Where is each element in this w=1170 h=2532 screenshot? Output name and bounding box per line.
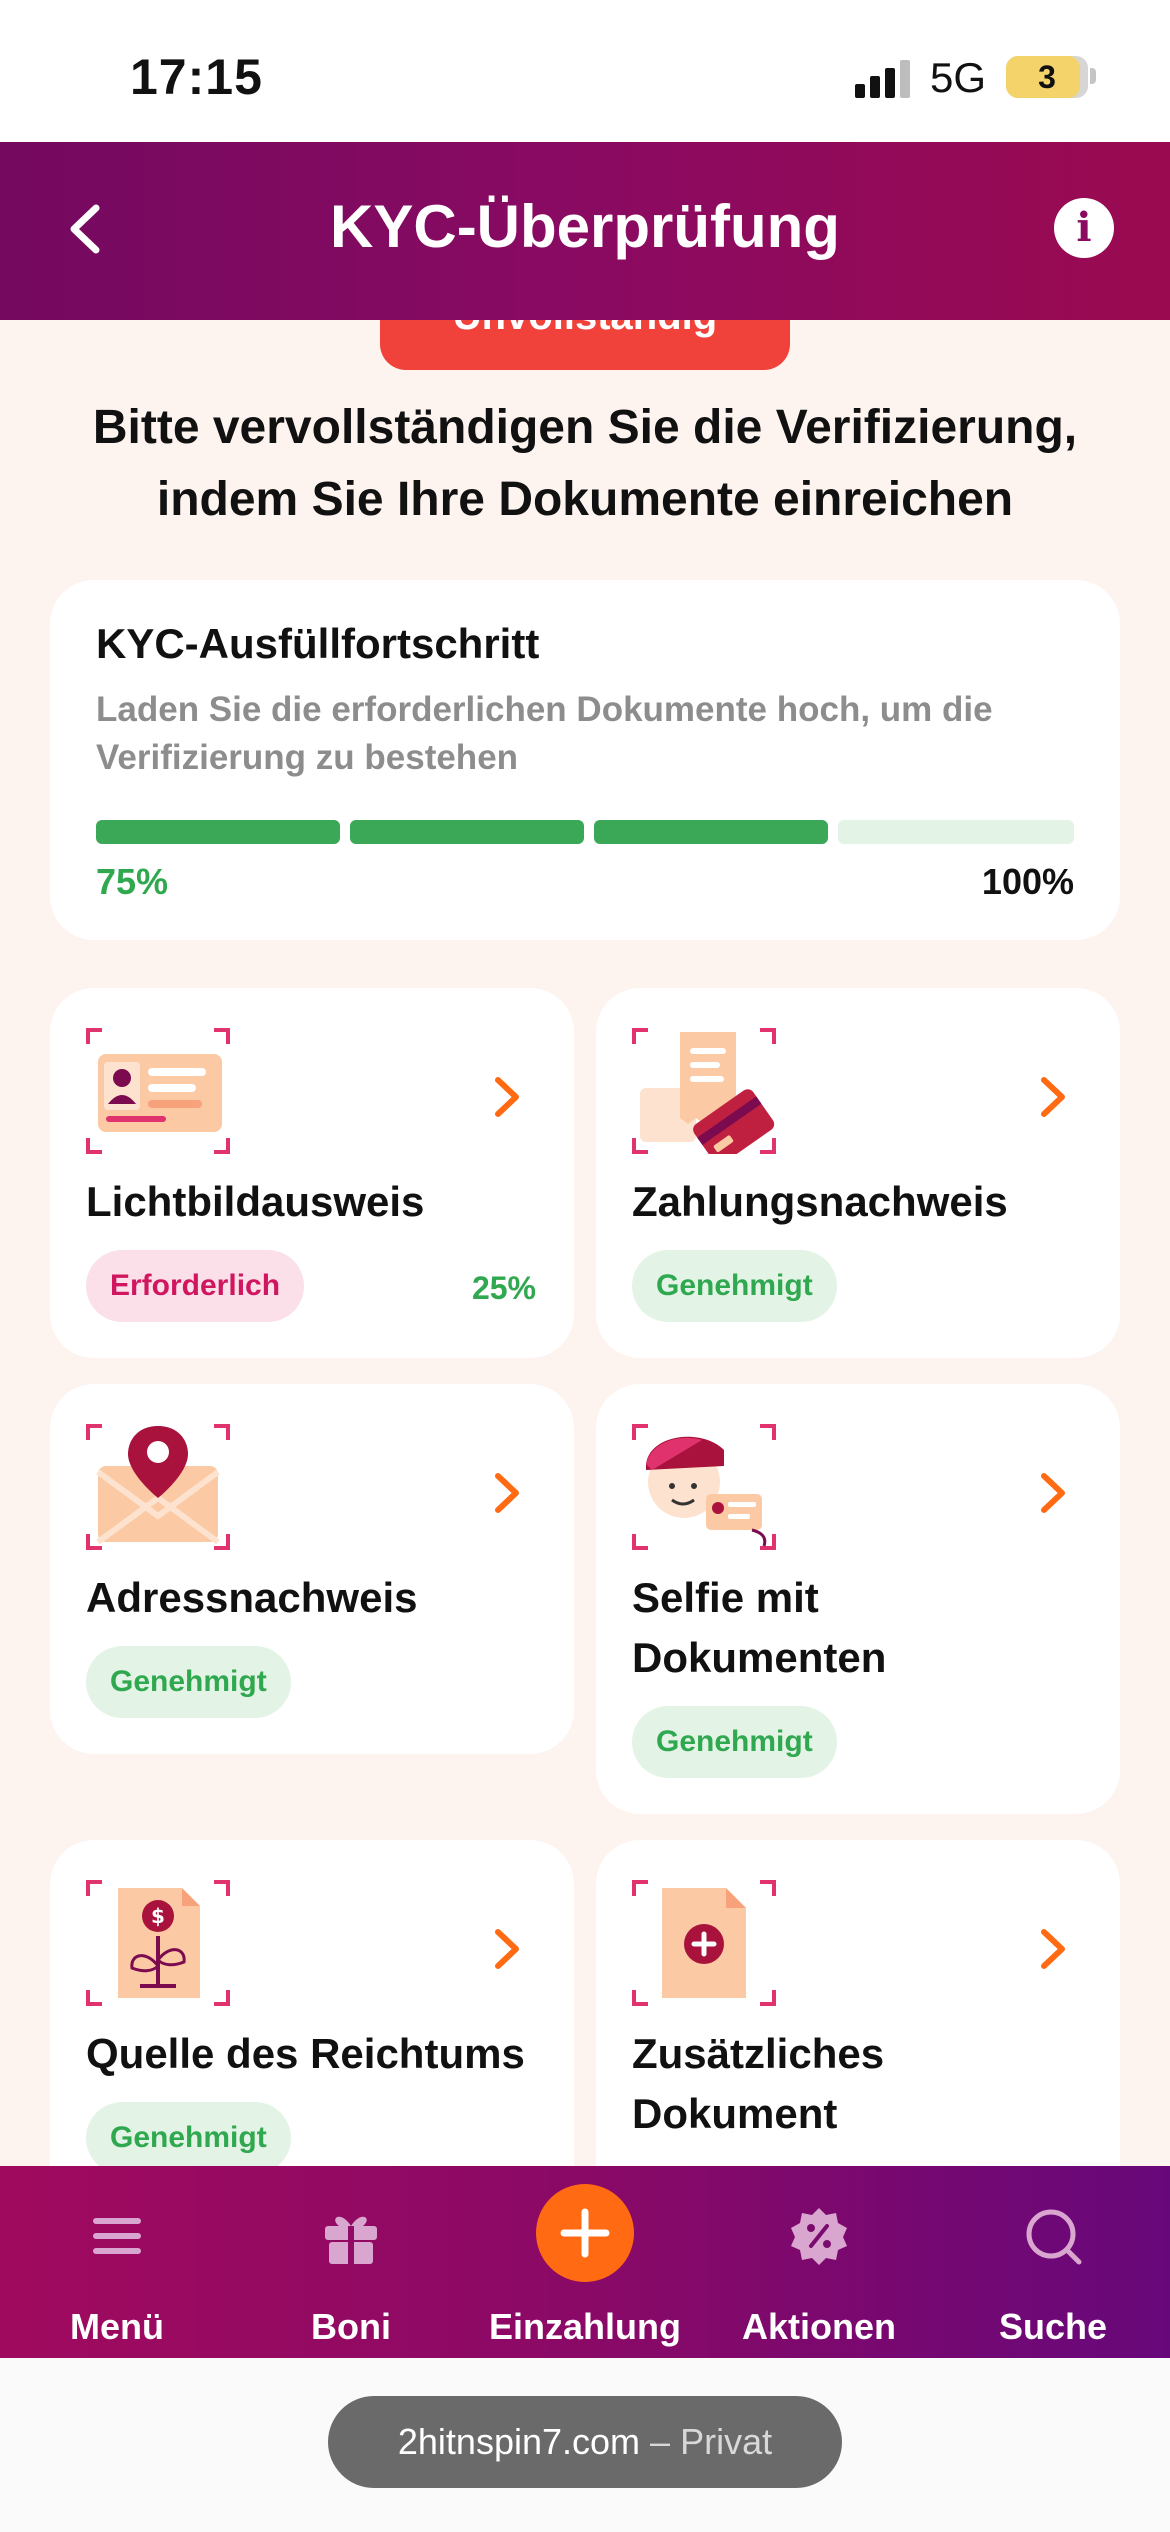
status-pill: Unvollständig: [380, 320, 790, 370]
battery-nub: [1090, 68, 1096, 84]
progress-title: KYC-Ausfüllfortschritt: [96, 620, 540, 667]
location-envelope-icon: [86, 1424, 230, 1550]
doc-title: Quelle des Reichtums: [86, 2030, 525, 2077]
chevron-right-icon: [1041, 1929, 1065, 1969]
app-header: KYC-Überprüfung i: [0, 142, 1170, 320]
progress-description: Laden Sie die erforderlichen Dokumente h…: [96, 690, 993, 777]
wealth-plant-icon: $: [86, 1880, 230, 2006]
doc-title: Zahlungsnachweis: [632, 1178, 1008, 1225]
chevron-right-icon: [1041, 1077, 1065, 1117]
browser-bar: 2hitnspin7.com – Privat: [0, 2358, 1170, 2532]
info-button[interactable]: i: [1054, 198, 1114, 258]
doc-card-id[interactable]: Lichtbildausweis Erforderlich 25%: [50, 988, 574, 1358]
nav-item-search[interactable]: Suche: [936, 2166, 1170, 2358]
nav-label: Boni: [311, 2306, 391, 2347]
doc-title: Selfie mit Dokumenten: [632, 1574, 887, 1681]
payment-receipt-icon: [632, 1028, 776, 1154]
nav-label: Aktionen: [741, 2306, 896, 2347]
menu-icon: [93, 2218, 141, 2254]
status-bar: 17:15 5G 3: [0, 0, 1170, 142]
doc-card-wealth[interactable]: $ Quelle des Reichtums Genehmigt: [50, 1840, 574, 2166]
nav-item-deposit[interactable]: Einzahlung: [468, 2166, 702, 2358]
gift-icon: [325, 2216, 377, 2264]
progress-segment-4: [838, 820, 1074, 844]
private-mode-label: Privat: [680, 2421, 773, 2462]
intro-text: Bitte vervollständigen Sie die Verifizie…: [92, 401, 1078, 526]
progress-segment-2: [350, 820, 584, 844]
url-domain: 2hitnspin7.com: [397, 2421, 641, 2462]
doc-card-additional[interactable]: Zusätzliches Dokument: [596, 1840, 1120, 2166]
info-icon: i: [1076, 204, 1092, 251]
doc-progress: 25%: [471, 1270, 536, 1306]
progress-bar: [96, 820, 1074, 844]
chevron-right-icon: [1041, 1473, 1065, 1513]
nav-label: Suche: [998, 2306, 1108, 2347]
deposit-button[interactable]: [536, 2184, 634, 2282]
signal-icon: [855, 58, 915, 98]
battery-icon: 3: [1006, 56, 1088, 98]
progress-segment-3: [594, 820, 828, 844]
kyc-content[interactable]: Unvollständig Bitte vervollständigen Sie…: [0, 320, 1170, 2166]
discount-badge-icon: [791, 2208, 847, 2265]
url-separator: –: [650, 2421, 671, 2462]
add-document-icon: [632, 1880, 776, 2006]
status-pill-label: Unvollständig: [453, 320, 717, 338]
doc-card-selfie[interactable]: Selfie mit Dokumenten Genehmigt: [596, 1384, 1120, 1814]
nav-label: Menü: [70, 2306, 164, 2347]
status-time: 17:15: [130, 49, 263, 105]
battery-level: 3: [1038, 59, 1056, 95]
status-badge: Genehmigt: [632, 1250, 837, 1322]
page-title: KYC-Überprüfung: [330, 193, 840, 260]
doc-card-payment[interactable]: Zahlungsnachweis Genehmigt: [596, 988, 1120, 1358]
chevron-left-icon: [70, 204, 100, 254]
doc-title: Lichtbildausweis: [86, 1178, 425, 1225]
chevron-right-icon: [495, 1077, 519, 1117]
search-icon: [1026, 2209, 1082, 2265]
nav-item-promotions[interactable]: Aktionen: [702, 2166, 936, 2358]
bottom-nav: Menü Boni Einzahlung Aktionen Suche: [0, 2166, 1170, 2358]
network-type: 5G: [930, 54, 987, 101]
doc-title: Adressnachweis: [86, 1574, 418, 1621]
plus-icon: [560, 2208, 610, 2258]
doc-title: Zusätzliches Dokument: [632, 2030, 885, 2137]
progress-current-label: 75%: [96, 861, 169, 902]
doc-card-address[interactable]: Adressnachweis Genehmigt: [50, 1384, 574, 1754]
nav-label: Einzahlung: [489, 2306, 681, 2347]
progress-card: KYC-Ausfüllfortschritt Laden Sie die erf…: [50, 580, 1120, 940]
url-pill[interactable]: 2hitnspin7.com – Privat: [328, 2396, 842, 2488]
selfie-document-icon: [632, 1424, 776, 1550]
chevron-right-icon: [495, 1473, 519, 1513]
status-badge: Genehmigt: [632, 1706, 837, 1778]
back-button[interactable]: [58, 194, 118, 264]
svg-text:$: $: [151, 1904, 165, 1928]
chevron-right-icon: [495, 1929, 519, 1969]
progress-segment-1: [96, 820, 340, 844]
status-badge: Erforderlich: [86, 1250, 305, 1322]
nav-item-menu[interactable]: Menü: [0, 2166, 234, 2358]
progress-max-label: 100%: [981, 861, 1074, 902]
nav-item-bonuses[interactable]: Boni: [234, 2166, 468, 2358]
status-badge: Genehmigt: [86, 1646, 291, 1718]
id-card-icon: [86, 1028, 230, 1154]
status-badge: Genehmigt: [86, 2102, 291, 2166]
